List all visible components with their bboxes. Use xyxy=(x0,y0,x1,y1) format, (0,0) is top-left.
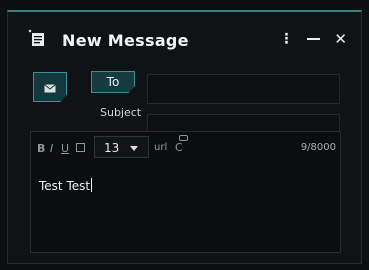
italic-button[interactable]: I xyxy=(50,142,53,155)
bold-button[interactable]: B xyxy=(37,142,45,155)
close-icon[interactable]: ✕ xyxy=(334,32,347,47)
to-field[interactable] xyxy=(147,74,340,104)
mail-button[interactable] xyxy=(33,72,67,102)
message-body[interactable]: Test Test xyxy=(39,178,93,193)
underline-button[interactable]: U xyxy=(61,142,69,155)
subject-field[interactable] xyxy=(147,114,340,132)
formatting-toolbar: B I U 13 url C 9/8000 xyxy=(31,132,340,162)
font-size-select[interactable]: 13 xyxy=(94,136,149,158)
character-counter: 9/8000 xyxy=(300,142,336,153)
window-controls: ⋮ ✕ xyxy=(279,32,347,47)
message-editor[interactable]: B I U 13 url C 9/8000 Test Test xyxy=(30,131,341,253)
envelope-icon xyxy=(44,78,56,97)
to-button[interactable]: To xyxy=(91,71,135,93)
link-button[interactable]: C xyxy=(175,141,183,154)
chevron-down-icon xyxy=(130,146,138,151)
subject-label: Subject xyxy=(100,106,142,119)
text-caret xyxy=(91,178,93,192)
message-body-text: Test Test xyxy=(39,179,91,193)
font-size-value: 13 xyxy=(104,141,120,155)
window-title: New Message xyxy=(62,31,189,50)
message-icon xyxy=(28,29,46,47)
title-bar[interactable]: New Message ⋮ ✕ xyxy=(8,12,361,52)
text-color-button[interactable] xyxy=(76,143,85,152)
new-message-window: New Message ⋮ ✕ To Subject B I U 13 url … xyxy=(7,10,362,264)
minimize-icon[interactable] xyxy=(307,38,321,40)
more-vertical-icon[interactable]: ⋮ xyxy=(279,32,293,46)
url-button[interactable]: url xyxy=(154,142,167,153)
